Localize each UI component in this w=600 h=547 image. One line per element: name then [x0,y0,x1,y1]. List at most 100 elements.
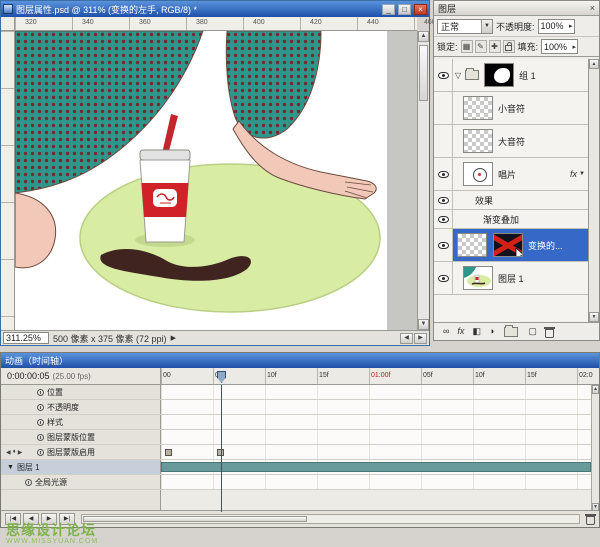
document-titlebar[interactable]: 图层属性.psd @ 311% (变换的左手, RGB/8) * _ □ × [1,1,429,17]
scroll-left-icon[interactable]: ◀ [400,333,413,344]
time-ruler[interactable]: 00 05f 10f 15f 01:00f 05f 10f 15f 02:0 [161,368,599,384]
layer-track-row[interactable]: ▼ 图层 1 [1,460,591,475]
slider-arrow-icon[interactable]: ▸ [573,43,578,51]
effects-row[interactable]: 效果 [434,191,588,210]
layer-row[interactable]: 大音符 [434,125,588,158]
new-group-icon[interactable] [504,327,518,337]
lock-all-icon[interactable] [503,40,515,53]
layer-track[interactable] [161,460,591,474]
timeline-vertical-scrollbar[interactable]: ▲ ▼ [591,385,599,512]
property-row[interactable]: 全局光源 [1,475,591,490]
property-track[interactable] [161,400,591,414]
property-label-cell[interactable]: 不透明度 [1,400,161,414]
stopwatch-icon[interactable] [37,419,44,426]
effect-item-row[interactable]: 渐变叠加 [434,210,588,229]
scrollbar-thumb[interactable] [83,516,307,522]
property-row-keyframed[interactable]: ◀ ♦ ▶ 图层蒙版启用 [1,445,591,460]
keyframe-navigator[interactable]: ◀ ♦ ▶ [6,449,22,456]
stopwatch-icon[interactable] [37,449,44,456]
blend-mode-dropdown[interactable]: 正常 ▼ [437,19,493,34]
chevron-down-icon[interactable]: ▼ [481,20,492,33]
layers-tab[interactable]: 图层 [438,2,456,15]
property-track[interactable] [161,385,591,399]
canvas-area[interactable] [15,31,417,330]
property-track[interactable] [161,430,591,444]
zoom-level-input[interactable]: 311.25% [3,332,49,344]
scroll-up-icon[interactable]: ▲ [418,31,429,42]
layer-style-badge[interactable]: fx ▼ [570,169,585,179]
lock-paint-icon[interactable]: ✎ [475,40,487,53]
layer-row-group[interactable]: ▽ 组 1 [434,59,588,92]
fx-collapse-icon[interactable]: ▼ [579,171,585,177]
disabled-mask-thumbnail[interactable] [493,233,523,257]
visibility-toggle[interactable] [434,262,453,294]
adjustment-layer-icon[interactable]: ◑ [489,327,494,336]
layer-thumbnail[interactable] [463,162,493,186]
layer-row[interactable]: 小音符 [434,92,588,125]
keyframe-diamond-icon[interactable]: ♦ [13,449,16,455]
group-mask-thumbnail[interactable] [484,63,514,87]
layer-thumbnail[interactable] [463,129,493,153]
visibility-toggle[interactable] [434,210,453,228]
layers-scrollbar[interactable]: ▲ ▼ [588,59,599,322]
property-row[interactable]: 样式 [1,415,591,430]
layer-name[interactable]: 小音符 [498,102,525,115]
property-label-cell[interactable]: 位置 [1,385,161,399]
timeline-horizontal-scrollbar[interactable] [81,514,580,524]
maximize-button[interactable]: □ [398,4,411,15]
panel-close-icon[interactable]: × [590,3,595,13]
current-time-display[interactable]: 0:00:00:05 (25.00 fps) [1,368,161,384]
lock-transparency-icon[interactable]: ▦ [461,40,473,53]
layer-name[interactable]: 组 1 [519,69,536,82]
link-layers-icon[interactable]: ∞ [443,327,449,336]
add-layer-mask-icon[interactable]: ◧ [472,327,481,336]
property-row[interactable]: 不透明度 [1,400,591,415]
scroll-up-icon[interactable]: ▲ [592,385,599,394]
lock-move-icon[interactable]: ✚ [489,40,501,53]
layer-row[interactable]: 唱片 fx ▼ [434,158,588,191]
vertical-scrollbar[interactable]: ▲ ▼ [417,31,429,330]
scroll-down-icon[interactable]: ▼ [589,312,599,322]
layer-thumbnail[interactable] [457,233,487,257]
close-button[interactable]: × [414,4,427,15]
horizontal-scroll-arrows[interactable]: ◀ ▶ [400,333,427,344]
delete-layer-icon[interactable] [545,329,554,338]
stopwatch-icon[interactable] [37,404,44,411]
property-label-cell[interactable]: ◀ ♦ ▶ 图层蒙版启用 [1,445,161,459]
visibility-toggle[interactable] [434,158,453,190]
property-label-cell[interactable]: 全局光源 [1,475,161,489]
visibility-toggle[interactable] [434,92,453,124]
visibility-toggle[interactable] [434,229,453,261]
new-layer-icon[interactable]: ▢ [528,327,537,336]
layer-name[interactable]: 图层 1 [498,272,524,285]
layer-name[interactable]: 大音符 [498,135,525,148]
layer-label-cell[interactable]: ▼ 图层 1 [1,460,161,474]
scroll-right-icon[interactable]: ▶ [414,333,427,344]
next-keyframe-icon[interactable]: ▶ [18,449,23,456]
layer-collapse-icon[interactable]: ▼ [7,464,14,471]
property-label-cell[interactable]: 图层蒙版位置 [1,430,161,444]
layer-name[interactable]: 唱片 [498,168,516,181]
layer-duration-bar[interactable] [161,462,591,472]
fill-input[interactable]: 100% ▸ [541,39,578,54]
stopwatch-icon[interactable] [37,434,44,441]
property-label-cell[interactable]: 样式 [1,415,161,429]
group-expand-icon[interactable]: ▽ [455,71,461,80]
layers-panel-header[interactable]: 图层 × [434,1,599,16]
property-track[interactable] [161,415,591,429]
property-row[interactable]: 图层蒙版位置 [1,430,591,445]
delete-keyframe-icon[interactable] [586,516,595,525]
keyframe[interactable] [165,449,172,456]
visibility-toggle[interactable] [434,191,453,209]
scroll-up-icon[interactable]: ▲ [589,59,599,69]
property-track[interactable] [161,445,591,459]
prev-keyframe-icon[interactable]: ◀ [6,449,11,456]
visibility-toggle[interactable] [434,125,453,157]
layer-thumbnail[interactable] [463,266,493,290]
scrollbar-thumb[interactable] [419,45,428,101]
visibility-toggle[interactable] [434,59,453,91]
layer-row-selected[interactable]: 变换的... [434,229,588,262]
layer-row[interactable]: 图层 1 [434,262,588,295]
stopwatch-icon[interactable] [25,479,32,486]
opacity-input[interactable]: 100% ▸ [538,19,575,34]
